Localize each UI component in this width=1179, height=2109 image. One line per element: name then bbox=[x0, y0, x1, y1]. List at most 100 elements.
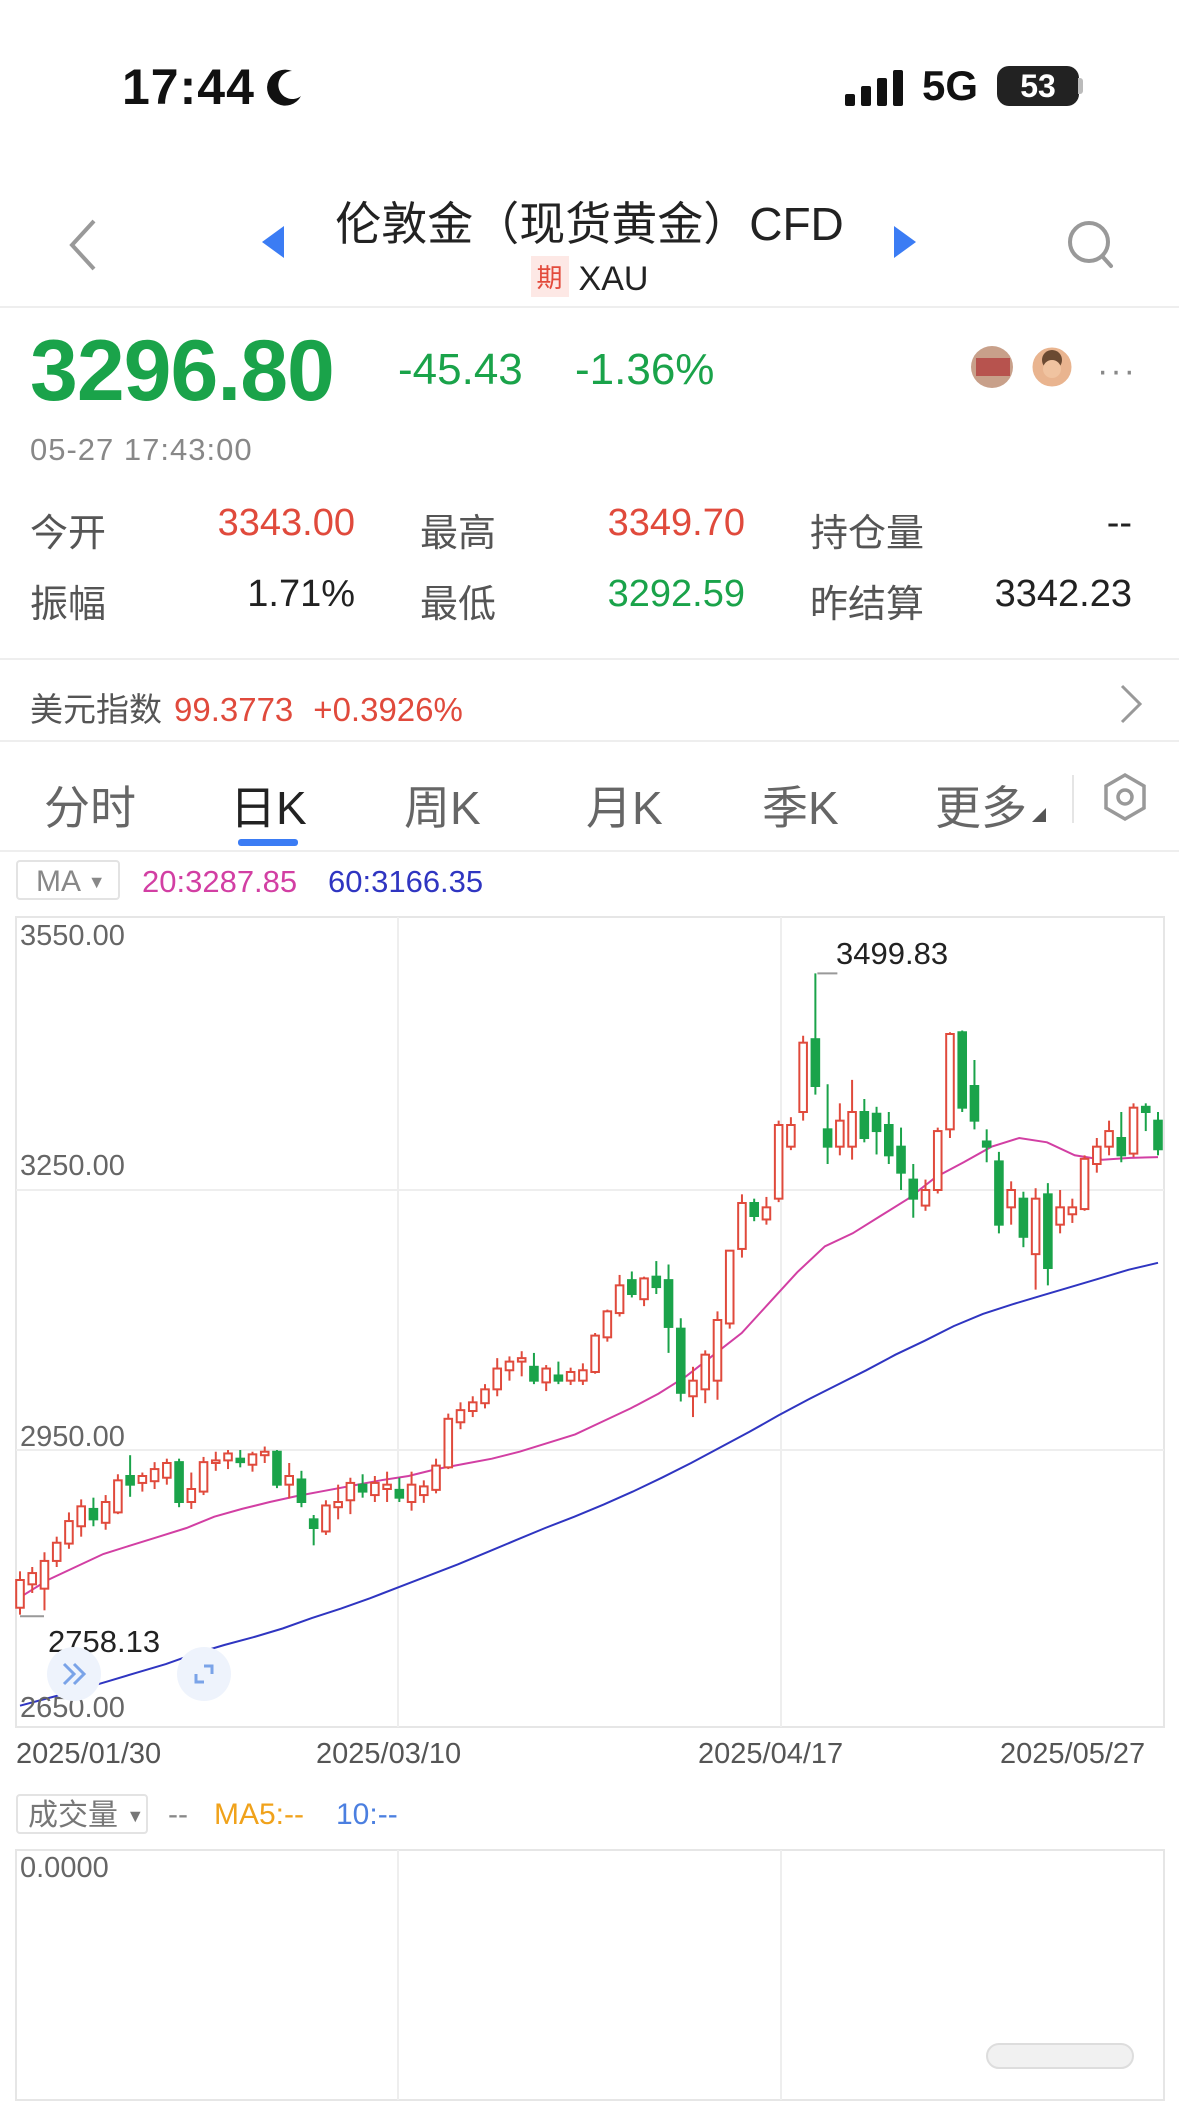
candle-body bbox=[1116, 1137, 1127, 1157]
high-annotation: 3499.83 bbox=[836, 936, 949, 971]
candle-body bbox=[137, 1475, 148, 1484]
candle-body bbox=[174, 1461, 184, 1503]
candle-body bbox=[431, 1464, 441, 1491]
candle-body bbox=[272, 1450, 282, 1486]
candle-body bbox=[1067, 1206, 1078, 1216]
candle-body bbox=[835, 1119, 845, 1148]
candle-body bbox=[1079, 1157, 1090, 1211]
candle-body bbox=[235, 1457, 246, 1464]
candle-body bbox=[1128, 1106, 1139, 1155]
candle-body bbox=[541, 1367, 551, 1384]
candle-body bbox=[1092, 1145, 1102, 1165]
candle-body bbox=[602, 1310, 613, 1339]
candle-body bbox=[333, 1501, 343, 1509]
y-tick-label: 2950.00 bbox=[20, 1421, 125, 1453]
candle-body bbox=[749, 1202, 759, 1217]
candle-body bbox=[345, 1481, 356, 1502]
candle-body bbox=[896, 1145, 906, 1174]
y-tick-label: 3550.00 bbox=[20, 920, 125, 952]
candle-body bbox=[737, 1202, 747, 1250]
candle-body bbox=[932, 1130, 943, 1191]
candle-body bbox=[627, 1279, 637, 1295]
candle-body bbox=[149, 1468, 160, 1483]
candle-body bbox=[639, 1277, 649, 1301]
candle-body bbox=[308, 1518, 319, 1530]
candle-body bbox=[64, 1520, 74, 1545]
candle-body bbox=[859, 1111, 870, 1139]
candle-body bbox=[223, 1452, 233, 1462]
candle-body bbox=[614, 1284, 625, 1315]
expand-forward-icon[interactable] bbox=[46, 1646, 102, 1702]
caret-down-icon: ▼ bbox=[126, 1806, 145, 1826]
candle-body bbox=[1055, 1206, 1065, 1226]
candle-body bbox=[504, 1360, 515, 1372]
candle-body bbox=[712, 1319, 723, 1382]
candle-body bbox=[700, 1353, 711, 1391]
candle-body bbox=[296, 1478, 307, 1504]
candle-body bbox=[663, 1279, 674, 1328]
candle-body bbox=[480, 1388, 490, 1405]
candle-body bbox=[884, 1124, 894, 1157]
candle-body bbox=[1104, 1130, 1114, 1148]
candle-body bbox=[125, 1475, 135, 1486]
candle-body bbox=[247, 1453, 258, 1466]
candle-body bbox=[88, 1507, 99, 1521]
candle-body bbox=[210, 1459, 221, 1465]
candle-body bbox=[406, 1483, 417, 1503]
candle-body bbox=[565, 1371, 576, 1382]
candle-body bbox=[443, 1417, 454, 1469]
candle-body bbox=[553, 1374, 564, 1382]
candle-body bbox=[186, 1488, 197, 1503]
candle-body bbox=[822, 1128, 833, 1148]
candle-body bbox=[798, 1041, 808, 1113]
candle-body bbox=[908, 1178, 919, 1200]
x-tick-label: 2025/03/10 bbox=[316, 1738, 462, 1770]
candle-body bbox=[357, 1483, 368, 1493]
candle-body bbox=[786, 1124, 796, 1148]
candle-body bbox=[1140, 1105, 1151, 1114]
candle-body bbox=[370, 1481, 380, 1497]
volume-readout: -- bbox=[168, 1798, 188, 1831]
candle-body bbox=[871, 1112, 882, 1133]
candle-body bbox=[516, 1357, 527, 1363]
candle-body bbox=[1153, 1119, 1163, 1151]
candle-body bbox=[1018, 1197, 1029, 1238]
candle-body bbox=[382, 1483, 392, 1490]
volume-selector-label: 成交量 bbox=[28, 1799, 118, 1832]
candle-body bbox=[945, 1033, 955, 1131]
candle-body bbox=[773, 1124, 784, 1200]
candle-body bbox=[284, 1475, 294, 1486]
x-tick-label: 2025/05/27 bbox=[1000, 1738, 1146, 1770]
x-tick-label: 2025/01/30 bbox=[16, 1738, 162, 1770]
volume-selector[interactable]: 成交量 ▼ bbox=[16, 1794, 148, 1834]
candlestick-chart[interactable] bbox=[0, 0, 1179, 1760]
home-indicator-icon bbox=[986, 2043, 1134, 2069]
chart-frame bbox=[15, 916, 1165, 1728]
candle-body bbox=[15, 1579, 25, 1609]
candle-body bbox=[394, 1488, 405, 1499]
candle-body bbox=[957, 1031, 968, 1109]
candle-body bbox=[467, 1401, 478, 1413]
candle-body bbox=[51, 1541, 62, 1562]
candle-body bbox=[651, 1275, 662, 1289]
candle-body bbox=[492, 1367, 503, 1391]
candle-body bbox=[981, 1140, 992, 1148]
candle-body bbox=[321, 1504, 331, 1533]
x-tick-label: 2025/04/17 bbox=[698, 1738, 844, 1770]
candle-body bbox=[1030, 1197, 1041, 1256]
fullscreen-icon[interactable] bbox=[176, 1646, 232, 1702]
candle-body bbox=[39, 1559, 50, 1590]
ma20-line bbox=[19, 1136, 1159, 1599]
candle-body bbox=[455, 1409, 466, 1424]
candle-body bbox=[675, 1327, 686, 1394]
candle-body bbox=[259, 1450, 270, 1457]
candle-body bbox=[198, 1461, 209, 1493]
candle-body bbox=[529, 1365, 539, 1382]
candle-body bbox=[969, 1085, 980, 1122]
candle-body bbox=[810, 1038, 821, 1087]
candle-body bbox=[27, 1572, 38, 1586]
candle-body bbox=[113, 1479, 123, 1514]
candle-body bbox=[688, 1379, 698, 1398]
candle-body bbox=[920, 1189, 931, 1207]
candle-body bbox=[1043, 1193, 1053, 1270]
